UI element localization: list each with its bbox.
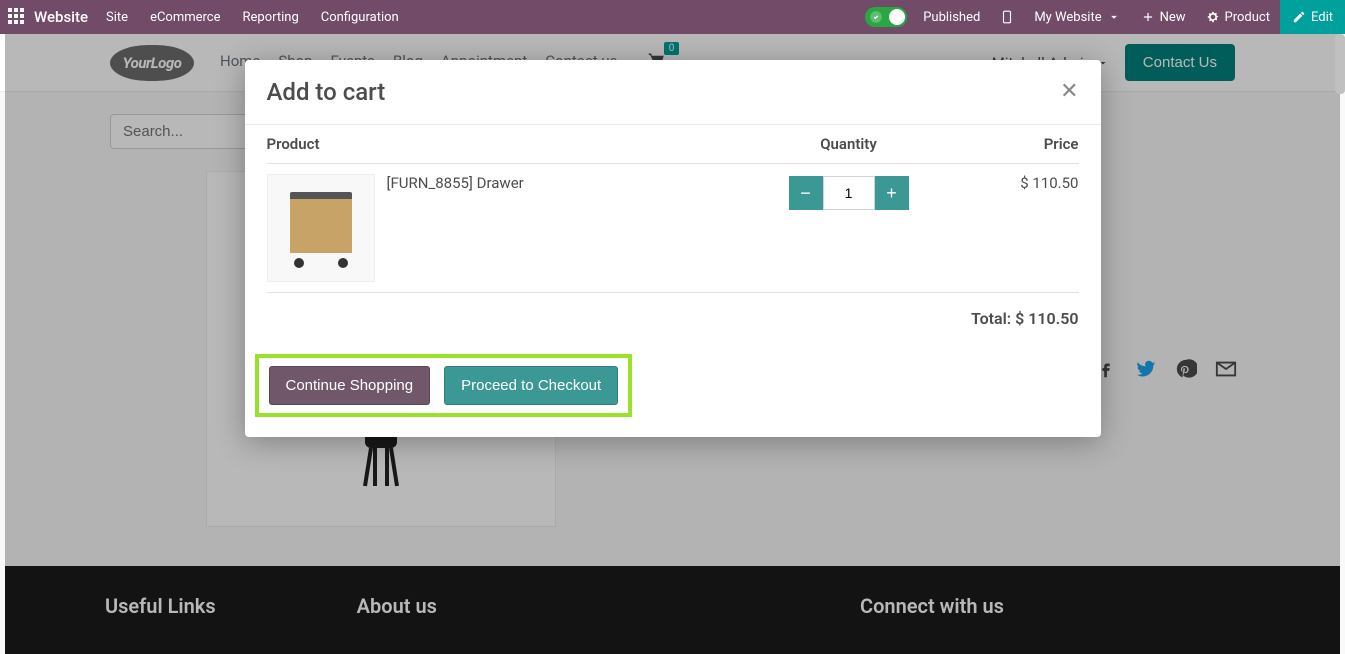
product-label: Product bbox=[1225, 10, 1270, 25]
menu-reporting[interactable]: Reporting bbox=[243, 10, 299, 25]
add-to-cart-modal: Add to cart ✕ Product Quantity Price [FU… bbox=[245, 60, 1101, 437]
published-label[interactable]: Published bbox=[913, 0, 990, 34]
new-label: New bbox=[1160, 10, 1186, 25]
modal-header: Add to cart ✕ bbox=[245, 60, 1101, 125]
admin-bar: Website Site eCommerce Reporting Configu… bbox=[0, 0, 1345, 34]
published-toggle[interactable] bbox=[865, 7, 907, 27]
cart-total: Total: $ 110.50 bbox=[267, 293, 1079, 344]
mobile-preview-icon[interactable] bbox=[990, 0, 1024, 34]
col-price: Price bbox=[939, 125, 1079, 164]
caret-down-icon bbox=[1107, 10, 1121, 24]
action-highlight: Continue Shopping Proceed to Checkout bbox=[255, 354, 633, 417]
pencil-icon bbox=[1292, 10, 1306, 24]
qty-minus-button[interactable]: − bbox=[789, 176, 823, 210]
new-button[interactable]: New bbox=[1131, 0, 1196, 34]
close-icon[interactable]: ✕ bbox=[1060, 81, 1078, 103]
cart-table: Product Quantity Price [FURN_8855] Drawe… bbox=[267, 125, 1079, 293]
edit-label: Edit bbox=[1311, 10, 1333, 25]
my-website-label: My Website bbox=[1034, 10, 1101, 25]
plus-icon bbox=[1141, 10, 1155, 24]
apps-icon[interactable] bbox=[8, 8, 26, 26]
edit-button[interactable]: Edit bbox=[1280, 0, 1345, 34]
menu-configuration[interactable]: Configuration bbox=[321, 10, 399, 25]
table-row: [FURN_8855] Drawer − + $ 110.50 bbox=[267, 164, 1079, 293]
product-thumb bbox=[267, 174, 375, 282]
admin-menus: Site eCommerce Reporting Configuration bbox=[106, 10, 399, 25]
proceed-checkout-button[interactable]: Proceed to Checkout bbox=[444, 366, 618, 405]
qty-input[interactable] bbox=[823, 176, 875, 210]
col-quantity: Quantity bbox=[759, 125, 939, 164]
scrollbar-thumb[interactable] bbox=[1335, 34, 1345, 94]
product-name: [FURN_8855] Drawer bbox=[387, 174, 524, 282]
modal-title: Add to cart bbox=[267, 78, 386, 106]
modal-footer: Continue Shopping Proceed to Checkout bbox=[245, 344, 1101, 437]
quantity-stepper: − + bbox=[789, 176, 909, 210]
line-price: $ 110.50 bbox=[939, 164, 1079, 293]
qty-plus-button[interactable]: + bbox=[875, 176, 909, 210]
col-product: Product bbox=[267, 125, 759, 164]
menu-ecommerce[interactable]: eCommerce bbox=[150, 10, 220, 25]
gear-icon bbox=[1206, 10, 1220, 24]
menu-site[interactable]: Site bbox=[106, 10, 128, 25]
admin-brand[interactable]: Website bbox=[34, 8, 88, 26]
my-website-dropdown[interactable]: My Website bbox=[1024, 0, 1130, 34]
product-button[interactable]: Product bbox=[1196, 0, 1280, 34]
continue-shopping-button[interactable]: Continue Shopping bbox=[269, 366, 431, 405]
